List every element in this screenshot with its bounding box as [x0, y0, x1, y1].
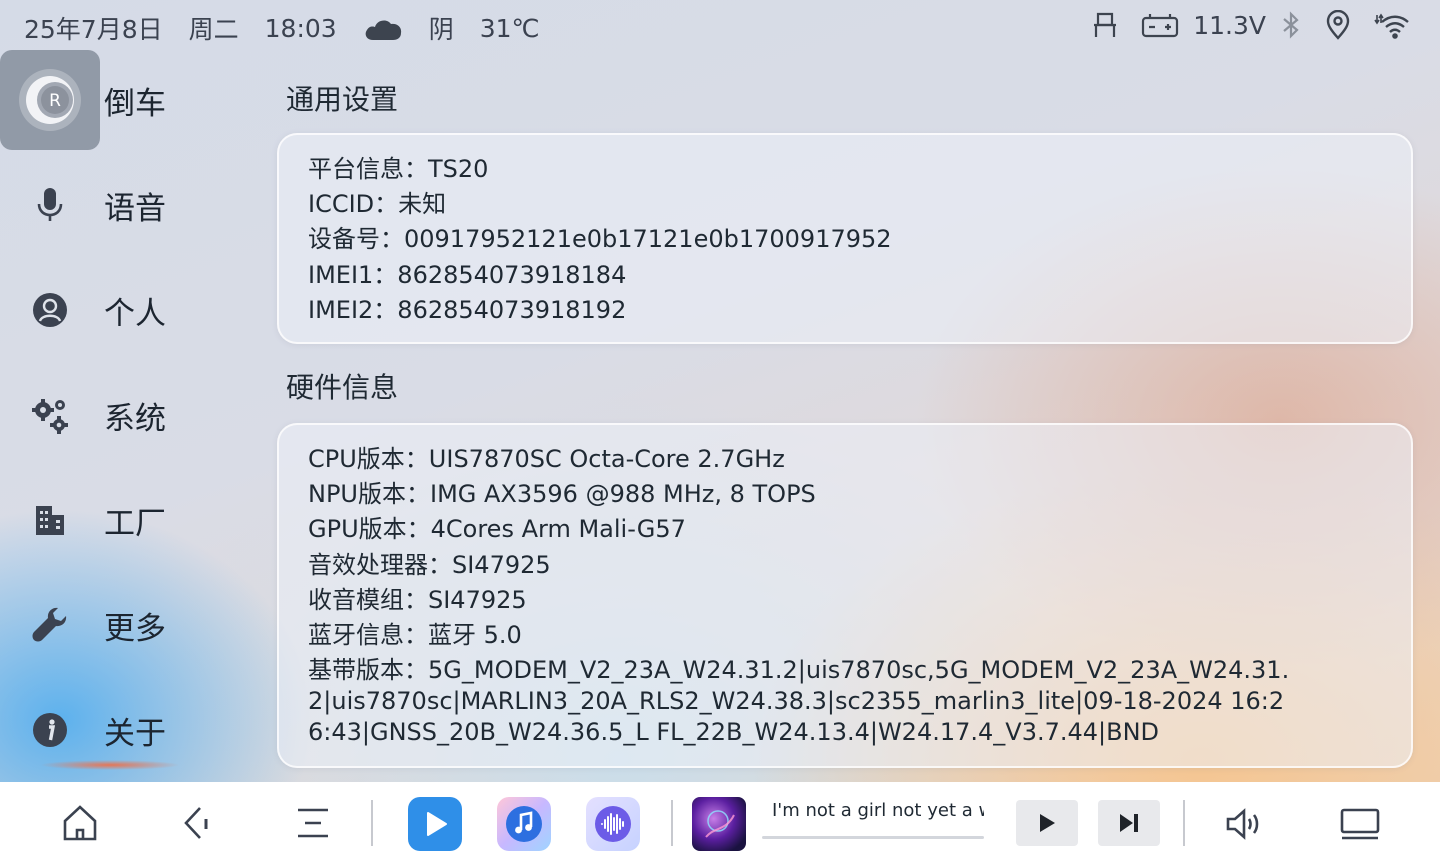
now-playing-title[interactable]: I'm not a girl not yet a woman [772, 800, 984, 821]
info-row-audio-processor: 音效处理器：SI47925 [308, 550, 551, 579]
section-title-general: 通用设置 [286, 83, 399, 116]
sidebar: R 倒车 语音 个人 系统 工厂 更多 关于 [0, 50, 240, 782]
back-icon [184, 807, 208, 839]
bluetooth-icon [1280, 11, 1302, 39]
sidebar-item-label: 工厂 [104, 505, 166, 542]
info-row-iccid: ICCID：未知 [308, 190, 447, 219]
info-row-baseband: 基带版本：5G_MODEM_V2_23A_W24.31.2|uis7870sc,… [308, 656, 1290, 747]
voice-wave-icon [586, 797, 640, 851]
volume-icon [1226, 808, 1259, 840]
sidebar-item-factory[interactable]: 工厂 [0, 470, 240, 570]
sidebar-item-label: 个人 [104, 295, 166, 332]
sidebar-item-label: 关于 [104, 715, 166, 752]
info-row-radio-module: 收音模组：SI47925 [308, 585, 527, 614]
info-row-imei1: IMEI1：862854073918184 [308, 260, 627, 289]
play-app-icon [408, 797, 462, 851]
screen-button[interactable] [1332, 800, 1388, 848]
play-icon [1040, 814, 1055, 832]
info-row-npu: NPU版本：IMG AX3596 @988 MHz, 8 TOPS [308, 480, 816, 509]
dock-divider [371, 800, 373, 846]
battery-icon [1141, 11, 1179, 39]
dock-divider [1183, 800, 1185, 846]
status-voltage: 11.3V [1193, 10, 1266, 40]
status-temperature: 31℃ [479, 13, 540, 43]
music-app-button[interactable] [497, 797, 551, 851]
user-icon [0, 260, 100, 360]
info-row-gpu: GPU版本：4Cores Arm Mali-G57 [308, 515, 686, 544]
next-track-button[interactable] [1098, 800, 1160, 846]
sidebar-item-label: 系统 [104, 400, 166, 437]
sidebar-item-label: 更多 [104, 610, 166, 647]
sidebar-item-system[interactable]: 系统 [0, 365, 240, 465]
sidebar-item-more[interactable]: 更多 [0, 575, 240, 675]
screen-icon [1340, 808, 1380, 840]
home-button[interactable] [55, 782, 105, 864]
seat-icon [1091, 11, 1119, 39]
status-weather: 阴 [428, 15, 454, 44]
dock-divider [671, 800, 673, 846]
svg-text:R: R [49, 91, 61, 111]
status-weekday: 周二 [188, 15, 239, 44]
reverse-icon: R [0, 50, 100, 150]
gears-icon [0, 365, 100, 465]
video-app-button[interactable] [408, 797, 462, 851]
status-right: 11.3V [1069, 10, 1410, 40]
general-info-card: 平台信息：TS20 ICCID：未知 设备号：00917952121e0b171… [277, 133, 1413, 344]
wifi-icon [1374, 11, 1410, 39]
section-title-hardware: 硬件信息 [286, 371, 399, 404]
sidebar-item-label: 倒车 [104, 85, 166, 122]
info-row-imei2: IMEI2：862854073918192 [308, 295, 627, 324]
voice-assistant-button[interactable] [586, 797, 640, 851]
microphone-icon [0, 155, 100, 255]
info-row-bluetooth: 蓝牙信息：蓝牙 5.0 [308, 621, 522, 650]
info-row-platform: 平台信息：TS20 [308, 155, 489, 183]
status-left: 25年7月8日 周二 18:03 阴 31℃ [24, 10, 566, 46]
info-row-cpu: CPU版本：UIS7870SC Octa-Core 2.7GHz [308, 445, 785, 473]
status-date: 25年7月8日 [24, 15, 163, 44]
volume-button[interactable] [1218, 800, 1272, 848]
play-button[interactable] [1016, 800, 1078, 846]
back-button[interactable] [170, 782, 220, 864]
album-art[interactable] [692, 797, 746, 851]
factory-icon [0, 470, 100, 570]
location-icon [1324, 10, 1352, 40]
sidebar-item-label: 语音 [104, 190, 166, 227]
active-indicator-glow [40, 760, 180, 770]
sidebar-item-voice[interactable]: 语音 [0, 155, 240, 255]
playback-progress-bar[interactable] [762, 836, 984, 839]
status-time: 18:03 [264, 13, 337, 43]
wrench-icon [0, 575, 100, 675]
hardware-info-card: CPU版本：UIS7870SC Octa-Core 2.7GHz NPU版本：I… [277, 423, 1413, 768]
home-icon [63, 805, 97, 841]
cloud-icon [363, 14, 403, 42]
sidebar-item-personal[interactable]: 个人 [0, 260, 240, 360]
menu-icon [298, 808, 328, 838]
status-bar: 25年7月8日 周二 18:03 阴 31℃ 11.3V [0, 0, 1440, 52]
next-track-icon [1120, 814, 1138, 832]
menu-button[interactable] [288, 782, 338, 864]
sidebar-item-reverse[interactable]: R 倒车 [0, 50, 240, 150]
info-row-device-id: 设备号：00917952121e0b17121e0b1700917952 [308, 225, 892, 254]
music-app-icon [497, 797, 551, 851]
